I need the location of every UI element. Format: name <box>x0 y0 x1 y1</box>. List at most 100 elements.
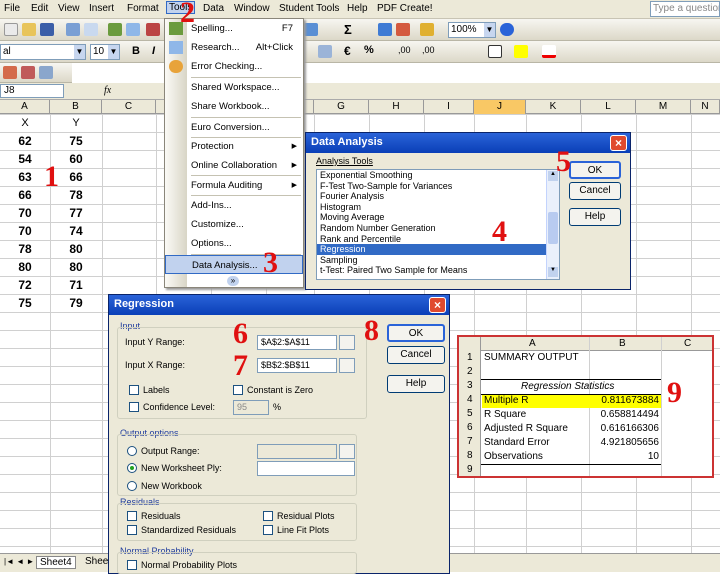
menu-item-add-ins[interactable]: Add-Ins... <box>165 196 303 215</box>
constant-zero-checkbox[interactable] <box>233 385 243 395</box>
menu-item-customize[interactable]: Customize... <box>165 215 303 234</box>
help-button[interactable]: Help <box>387 375 445 393</box>
cell-x[interactable]: 62 <box>0 132 50 150</box>
column-header-selected[interactable]: J <box>474 100 526 114</box>
sort-ascending-icon[interactable] <box>378 23 392 36</box>
drawing-icon[interactable] <box>39 66 53 79</box>
menu-item-formula-auditing[interactable]: Formula Auditing ▶ <box>165 176 303 195</box>
menu-file[interactable]: File <box>4 3 20 14</box>
sort-descending-icon[interactable] <box>396 23 410 36</box>
percent-icon[interactable]: % <box>364 44 374 56</box>
cell-x[interactable]: 72 <box>0 276 50 294</box>
research-icon[interactable] <box>126 23 140 36</box>
expand-menu-icon[interactable]: » <box>227 276 239 286</box>
new-icon[interactable] <box>4 23 18 36</box>
bold-button[interactable]: B <box>132 45 140 57</box>
cell-x[interactable]: 75 <box>0 294 50 312</box>
close-icon[interactable]: × <box>429 297 446 313</box>
new-workbook-radio[interactable] <box>127 481 137 491</box>
menu-item-error-checking[interactable]: Error Checking... <box>165 57 303 76</box>
menu-format[interactable]: Format <box>127 3 159 14</box>
column-header[interactable]: N <box>691 100 720 114</box>
column-header[interactable]: G <box>314 100 369 114</box>
analysis-tools-list[interactable]: Exponential Smoothing F-Test Two-Sample … <box>316 169 560 280</box>
font-color-icon[interactable] <box>542 45 556 58</box>
autosum-icon[interactable]: Σ <box>344 22 352 37</box>
print-icon[interactable] <box>66 23 80 36</box>
std-residuals-checkbox[interactable] <box>127 525 137 535</box>
list-item-selected[interactable]: Regression <box>317 244 559 255</box>
range-picker-icon[interactable] <box>339 358 355 373</box>
help-button[interactable]: Help <box>569 208 621 226</box>
column-header[interactable]: H <box>369 100 424 114</box>
column-header[interactable]: B <box>50 100 102 114</box>
cell-x[interactable]: 66 <box>0 186 50 204</box>
increase-decimal-icon[interactable]: ,00 <box>398 45 411 55</box>
borders-icon[interactable] <box>488 45 502 58</box>
new-worksheet-name-field[interactable] <box>257 461 355 476</box>
save-icon[interactable] <box>40 23 54 36</box>
ask-question-box[interactable]: Type a question <box>650 1 720 17</box>
cell-header-x[interactable]: X <box>0 114 50 132</box>
cell-header-y[interactable]: Y <box>50 114 102 132</box>
cell-x[interactable]: 80 <box>0 258 50 276</box>
list-scrollbar[interactable]: ▲ ▼ <box>546 170 559 279</box>
column-header[interactable]: L <box>581 100 636 114</box>
column-header[interactable]: K <box>526 100 581 114</box>
cancel-button[interactable]: Cancel <box>569 182 621 200</box>
tab-sheet-partial[interactable]: Shee <box>82 556 111 567</box>
output-range-radio[interactable] <box>127 446 137 456</box>
currency-icon[interactable]: € <box>344 44 351 58</box>
column-header[interactable]: I <box>424 100 474 114</box>
cell-x[interactable]: 70 <box>0 204 50 222</box>
output-range-field[interactable] <box>257 444 337 459</box>
cell-y[interactable]: 80 <box>50 240 102 258</box>
new-worksheet-radio[interactable] <box>127 463 137 473</box>
list-item[interactable]: F-Test Two-Sample for Variances <box>317 181 559 192</box>
font-name-select[interactable]: al ▼ <box>0 44 86 60</box>
track-changes-icon[interactable] <box>21 66 35 79</box>
menu-view[interactable]: View <box>58 3 80 14</box>
labels-checkbox[interactable] <box>129 385 139 395</box>
zoom-select[interactable]: 100% ▼ <box>448 22 496 38</box>
input-x-range-field[interactable]: $B$2:$B$11 <box>257 358 337 373</box>
list-item[interactable]: Random Number Generation <box>317 223 559 234</box>
list-item[interactable]: t-Test: Paired Two Sample for Means <box>317 265 559 276</box>
decrease-decimal-icon[interactable]: ,00 <box>422 45 435 55</box>
line-fit-checkbox[interactable] <box>263 525 273 535</box>
reviewing-icon[interactable] <box>3 66 17 79</box>
menu-edit[interactable]: Edit <box>31 3 48 14</box>
name-box[interactable]: J8 <box>0 84 64 98</box>
list-item[interactable]: Fourier Analysis <box>317 191 559 202</box>
cell-y[interactable]: 75 <box>50 132 102 150</box>
ok-button[interactable]: OK <box>569 161 621 179</box>
normal-plots-checkbox[interactable] <box>127 560 137 570</box>
cell-y[interactable]: 79 <box>50 294 102 312</box>
cell-y[interactable]: 71 <box>50 276 102 294</box>
close-icon[interactable]: × <box>610 135 627 151</box>
ok-button[interactable]: OK <box>387 324 445 342</box>
confidence-level-field[interactable]: 95 <box>233 400 269 415</box>
list-item[interactable]: Exponential Smoothing <box>317 170 559 181</box>
cell-x[interactable]: 70 <box>0 222 50 240</box>
cell-x[interactable]: 78 <box>0 240 50 258</box>
cell-y[interactable]: 80 <box>50 258 102 276</box>
residuals-checkbox[interactable] <box>127 511 137 521</box>
menu-data[interactable]: Data <box>203 3 224 14</box>
menu-item-research[interactable]: Research... Alt+Click <box>165 38 303 57</box>
italic-button[interactable]: I <box>152 45 155 57</box>
menu-window[interactable]: Window <box>234 3 270 14</box>
menu-item-euro-conversion[interactable]: Euro Conversion... <box>165 118 303 137</box>
input-y-range-field[interactable]: $A$2:$A$11 <box>257 335 337 350</box>
list-item[interactable]: Moving Average <box>317 212 559 223</box>
open-icon[interactable] <box>22 23 36 36</box>
menu-item-options[interactable]: Options... <box>165 234 303 253</box>
tab-sheet4[interactable]: Sheet4 <box>36 556 76 569</box>
cell-x[interactable]: 54 <box>0 150 50 168</box>
menu-help[interactable]: Help <box>347 3 368 14</box>
help-icon[interactable] <box>500 23 514 36</box>
menu-student-tools[interactable]: Student Tools <box>279 3 339 14</box>
scroll-thumb[interactable] <box>548 212 558 244</box>
cell-y[interactable]: 77 <box>50 204 102 222</box>
chart-wizard-icon[interactable] <box>420 23 434 36</box>
